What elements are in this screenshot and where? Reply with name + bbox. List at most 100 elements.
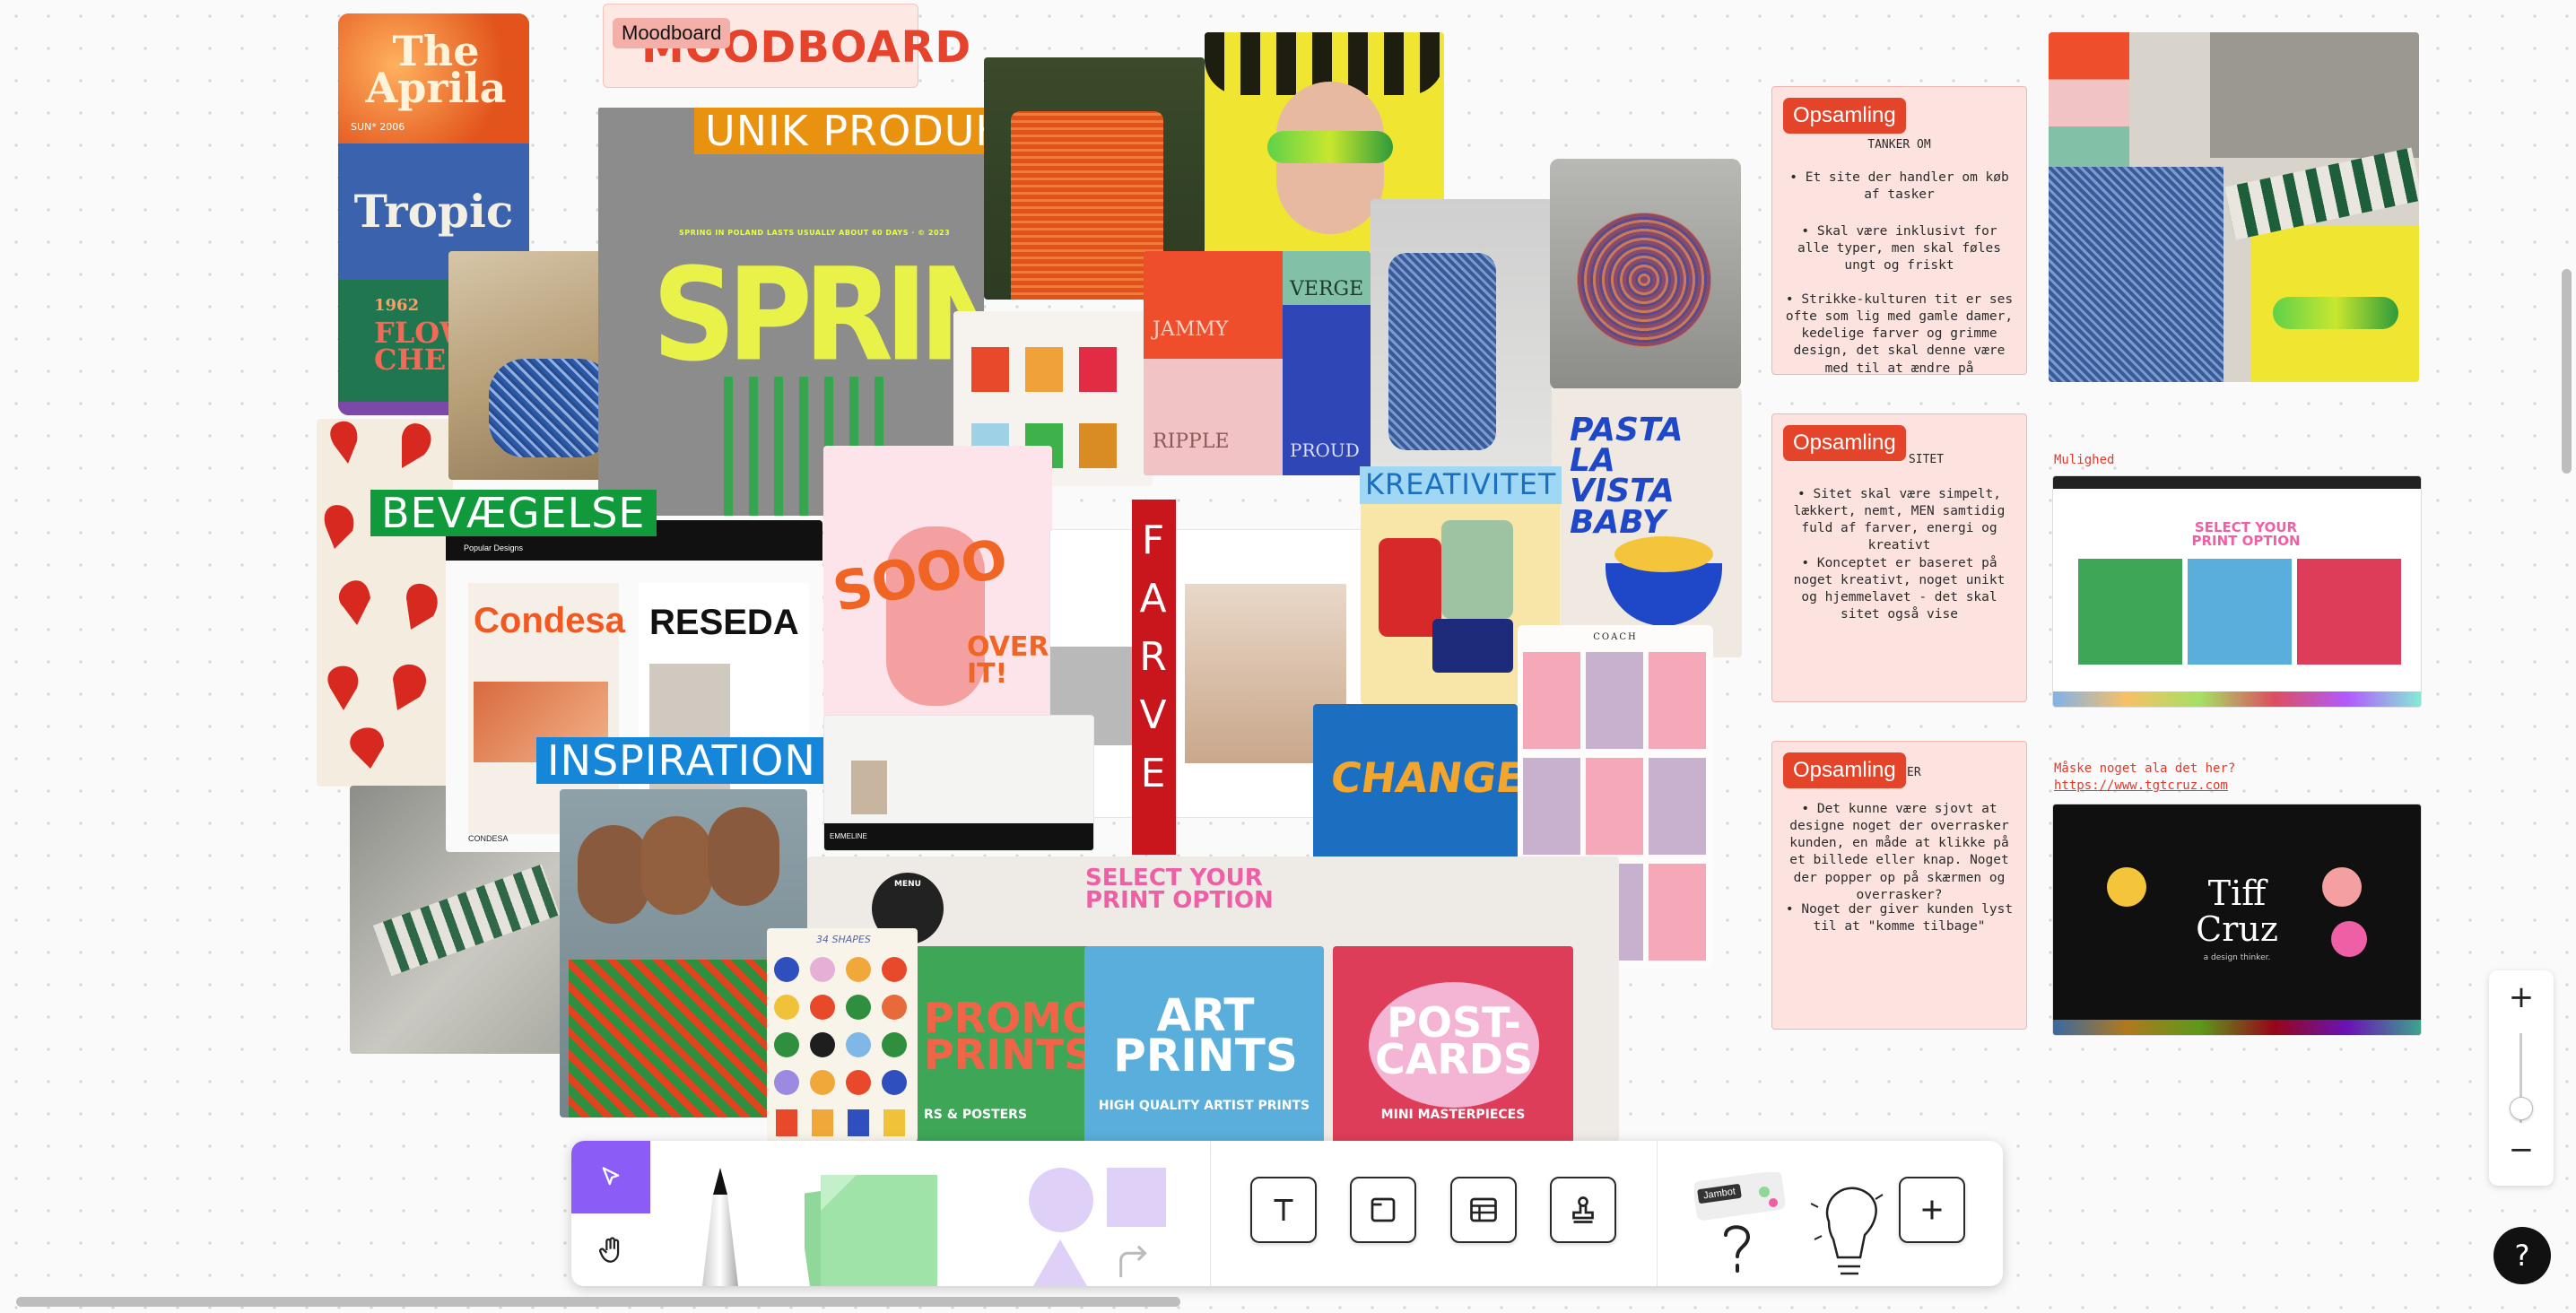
label-farve-vertical: FARVE	[1130, 500, 1176, 855]
coach-text: COACH	[1593, 632, 1638, 642]
connector-arrow-icon	[1119, 1245, 1147, 1278]
note-idea[interactable]: Opsamling ER • Det kunne være sjovt at d…	[1771, 741, 2027, 1030]
mini-art	[2188, 559, 2292, 665]
note-bullet: • Strikke-kulturen tit er ses ofte som l…	[1785, 292, 2014, 376]
post-text: POST-CARDS	[1374, 998, 1534, 1084]
collage-bag	[2049, 167, 2224, 382]
annotation-url[interactable]: https://www.tgtcruz.com	[2054, 778, 2228, 793]
block-verge: VERGE	[1283, 251, 1371, 305]
flow-year: 1962	[374, 296, 420, 315]
red-bag-shape	[1011, 111, 1163, 300]
blue-knit-bag-photo[interactable]	[1371, 199, 1552, 468]
shape-triangle-icon	[1033, 1239, 1087, 1286]
swatch-3	[1079, 347, 1117, 392]
print-site-screenshot[interactable]: SELECT YOUR PRINT OPTION	[2052, 475, 2422, 708]
stamp-icon	[1572, 1196, 1594, 1223]
shapes-art	[774, 957, 907, 1136]
note-bullet: • Skal være inklusivt for alle typer, me…	[1797, 224, 2001, 274]
knit-bag-shape	[489, 359, 614, 457]
woman-face-3	[708, 807, 779, 906]
table-tool[interactable]	[1450, 1177, 1517, 1243]
tiff-cruz-sub: a design thinker.	[2203, 953, 2271, 962]
spring-topline: SPRING IN POLAND LASTS USUALLY ABOUT 60 …	[679, 229, 951, 237]
tiff-cruz-screenshot[interactable]: Tiff Cruz a design thinker.	[2052, 804, 2422, 1036]
browser-bar	[2053, 476, 2421, 489]
label-inspiration: INSPIRATION	[536, 737, 827, 785]
swatch-6	[1079, 423, 1117, 468]
add-more-tool[interactable]	[1899, 1177, 1965, 1243]
aprila-sub: SUN* 2006	[351, 121, 405, 133]
note-bullet: • Et site der handler om køb af tasker	[1789, 170, 2009, 203]
text-tool[interactable]	[1250, 1177, 1317, 1243]
art-text: ART PRINTS	[1113, 989, 1298, 1082]
note-tag[interactable]: Opsamling	[1783, 752, 1906, 788]
sticker-tool[interactable]: Jambot	[1693, 1170, 1793, 1280]
promo-text: PROMO PRINTS	[924, 994, 1098, 1080]
note-sitet[interactable]: Opsamling SITET • Sitet skal være simpel…	[1771, 413, 2027, 702]
annotation-mulighed: Mulighed	[2054, 453, 2115, 467]
post-sub: MINI MASTERPIECES	[1380, 1108, 1526, 1122]
text-icon	[1274, 1199, 1293, 1221]
frame-tool[interactable]	[1350, 1177, 1416, 1243]
idea-bulb-icon	[1810, 1187, 1884, 1275]
zoom-in-button[interactable]: +	[2489, 979, 2554, 1015]
label-kreativitet: KREATIVITET	[1360, 466, 1562, 504]
pasta-poster[interactable]: PASTA LA VISTA BABY	[1552, 388, 1742, 657]
shapes-sheet[interactable]: 34 SHAPES	[767, 928, 918, 1142]
right-collage[interactable]	[2049, 32, 2419, 382]
dock-bar	[2053, 691, 2421, 707]
hearts-pattern-image[interactable]	[317, 419, 453, 787]
frame-icon	[1371, 1197, 1396, 1222]
website-mockup-2[interactable]: EMMELINE	[823, 715, 1094, 851]
note-tanker-om[interactable]: Opsamling TANKER OM • Et site der handle…	[1771, 86, 2027, 376]
blue-bag-shape	[1388, 253, 1496, 450]
changes-text: CHANGES	[1327, 753, 1518, 802]
label-bevaegelse: BEVÆGELSE	[370, 490, 657, 537]
flower-sticker	[2331, 921, 2367, 957]
pen-tool[interactable]	[697, 1168, 744, 1286]
pointer-icon	[602, 1167, 620, 1186]
stamp-tool[interactable]	[1550, 1177, 1616, 1243]
shape-square-tool[interactable]	[1107, 1168, 1166, 1227]
multicolor-bag-photo[interactable]	[1550, 159, 1741, 390]
bag-navy	[1432, 619, 1513, 673]
collage-glasses	[2273, 297, 2398, 329]
art-sub: HIGH QUALITY ARTIST PRINTS	[1098, 1099, 1310, 1113]
zoom-control: + −	[2489, 970, 2554, 1186]
note-tag[interactable]: Opsamling	[1783, 98, 1906, 134]
idea-tool[interactable]	[1802, 1168, 1892, 1284]
aprila-segment: The Aprila SUN* 2006	[338, 13, 529, 143]
ripple-text: RIPPLE	[1153, 430, 1230, 453]
help-button[interactable]: ?	[2493, 1227, 2551, 1284]
moodboard-title-card[interactable]: MOODBOARD Moodboard	[603, 4, 970, 88]
note-bullet: • Det kunne være sjovt at designe noget …	[1789, 802, 2009, 902]
plus-icon	[1922, 1200, 1942, 1220]
hearts-art	[324, 421, 438, 769]
table-icon	[1470, 1197, 1497, 1222]
zoom-out-button[interactable]: −	[2489, 1132, 2554, 1168]
vertical-scrollbar[interactable]	[2562, 269, 2572, 474]
pasta-bowl	[1606, 563, 1722, 626]
brand-color-blocks[interactable]: JAMMY RIPPLE VERGE PROUD	[1144, 251, 1371, 475]
shape-triangle-tool[interactable]	[1033, 1239, 1087, 1286]
connector-tool[interactable]	[1114, 1239, 1155, 1281]
sun-sticker	[2107, 867, 2146, 907]
label-farve: FARVE	[1130, 517, 1176, 809]
moodboard-badge[interactable]: Moodboard	[613, 18, 731, 48]
hand-tool[interactable]	[571, 1213, 650, 1286]
collage-blocks	[2049, 32, 2129, 167]
tiff-cruz-title: Tiff Cruz	[2196, 874, 2278, 949]
pointer-tool[interactable]	[571, 1141, 650, 1213]
select-print-text: SELECT YOUR PRINT OPTION	[1085, 865, 1274, 914]
block-ripple: RIPPLE	[1144, 359, 1283, 475]
print-options-panel[interactable]: SELECT YOUR PRINT OPTION MENU PROMO PRIN…	[807, 856, 1619, 1142]
zoom-slider-handle[interactable]	[2510, 1097, 2533, 1120]
promo-sub: RS & POSTERS	[924, 1108, 1028, 1122]
shape-circle-tool[interactable]	[1029, 1168, 1093, 1232]
sticky-note-tool[interactable]	[796, 1168, 939, 1286]
tropic-title: Tropic	[353, 185, 514, 238]
shape-circle-icon	[1029, 1168, 1093, 1232]
sooo-poster[interactable]: SOOO OVER IT!	[823, 446, 1052, 717]
horizontal-scrollbar[interactable]	[16, 1297, 1180, 1307]
help-icon: ?	[2514, 1239, 2530, 1273]
